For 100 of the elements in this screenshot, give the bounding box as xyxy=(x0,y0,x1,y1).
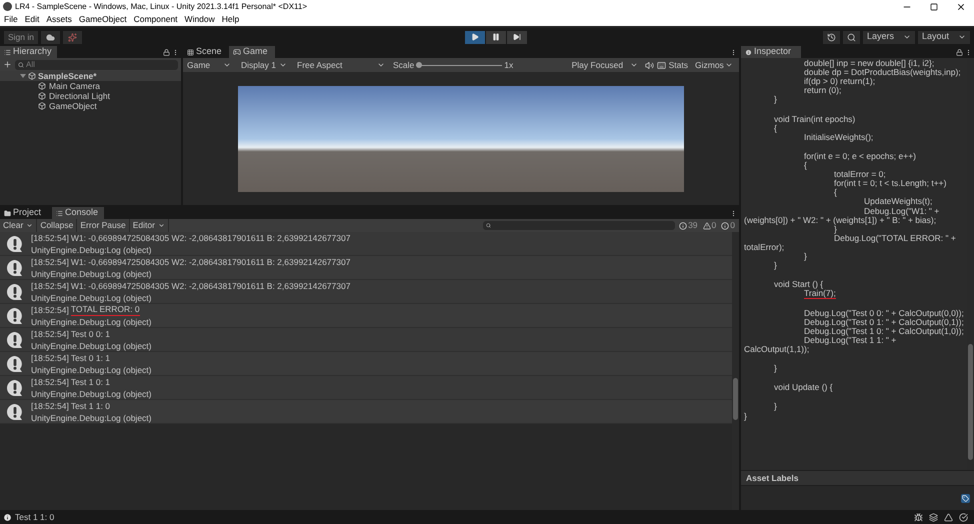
triangle-icon[interactable] xyxy=(944,512,953,522)
log-time: [18:52:54] xyxy=(31,256,69,268)
cloud-icon xyxy=(46,32,55,42)
collab-button[interactable] xyxy=(63,30,82,44)
code-line: } xyxy=(834,224,837,234)
play-mode-dropdown[interactable]: Play Focused xyxy=(568,58,642,72)
log-message: W1: -0,669894725084305 W2: -2,08643817901611 B: 2,63992142677307 xyxy=(70,232,350,244)
speaker-icon[interactable] xyxy=(644,60,654,70)
pause-button[interactable] xyxy=(486,30,506,44)
menu-item[interactable]: Edit xyxy=(24,13,40,26)
menu-item[interactable]: File xyxy=(4,13,18,26)
lock-icon[interactable] xyxy=(163,48,170,56)
step-button[interactable] xyxy=(507,30,527,44)
panel-tab[interactable]: Console xyxy=(52,207,104,219)
view-tab[interactable]: Scene xyxy=(183,46,229,58)
menu-item[interactable]: Help xyxy=(222,13,240,26)
stats-button[interactable]: Stats xyxy=(668,58,688,72)
log-entry[interactable]: [18:52:54] Test 1 0: 1 UnityEngine.Debug:Log (object) xyxy=(0,376,732,400)
log-entry[interactable]: [18:52:54] Test 1 1: 0 UnityEngine.Debug:Log (object) xyxy=(0,400,732,424)
caret-icon xyxy=(279,61,287,69)
log-time: [18:52:54] xyxy=(31,400,69,412)
lock-icon[interactable] xyxy=(956,48,963,56)
more-icon[interactable] xyxy=(965,48,972,56)
log-message: Test 0 0: 1 xyxy=(70,328,110,340)
slider-thumb[interactable] xyxy=(416,62,422,68)
more-icon[interactable] xyxy=(172,48,179,56)
display-dropdown[interactable]: Display 1 xyxy=(237,58,291,72)
code-line: void Train(int epochs) xyxy=(774,114,856,124)
code-line: { xyxy=(774,122,777,133)
cube-icon xyxy=(38,102,46,110)
code-line: } xyxy=(744,410,747,421)
log-entry[interactable]: [18:52:54] TOTAL ERROR: 0 UnityEngine.Debug:Log (object) xyxy=(0,304,732,328)
log-entry[interactable]: [18:52:54] W1: -0,669894725084305 W2: -2,08643817901611 B: 2,63992142677307 UnityEngine.Debug:Log (object) xyxy=(0,280,732,304)
check-circle-icon[interactable] xyxy=(959,512,968,522)
log-entry[interactable]: [18:52:54] Test 0 0: 1 UnityEngine.Debug:Log (object) xyxy=(0,328,732,352)
caret-icon xyxy=(725,61,733,69)
code-line: (weights[0]) + " W2: " + (weights[1]) + " B: " + bias); xyxy=(744,214,936,225)
sign-in-button[interactable]: Sign in xyxy=(4,30,38,44)
code-line: for(int t = 0; t < ts.Length; t++) xyxy=(834,178,946,188)
view-tab[interactable]: Game xyxy=(229,46,275,58)
code-line: totalError = 0; xyxy=(834,169,886,180)
error-count[interactable]: 0 xyxy=(721,219,735,232)
scene-row[interactable]: SampleScene* xyxy=(0,71,181,81)
log-time: [18:52:54] xyxy=(31,352,69,364)
log-message: TOTAL ERROR: 0 xyxy=(70,304,140,316)
code-line: Debug.Log("TOTAL ERROR: " + xyxy=(834,232,956,243)
code-line: Debug.Log("W1: " + xyxy=(864,206,940,216)
scale-slider[interactable] xyxy=(416,61,502,69)
menu-item[interactable]: Assets xyxy=(46,13,72,26)
code-line: Debug.Log("Test 1 0: " + CalcOutput(1,0)); xyxy=(804,326,964,336)
log-entry[interactable]: [18:52:54] W1: -0,669894725084305 W2: -2,08643817901611 B: 2,63992142677307 UnityEngine.Debug:Log (object) xyxy=(0,232,732,256)
close-icon[interactable] xyxy=(956,2,966,12)
caret-icon xyxy=(903,33,911,41)
more-icon[interactable] xyxy=(730,210,737,216)
caret-icon xyxy=(630,61,638,69)
history-button[interactable] xyxy=(823,30,840,44)
layers-icon[interactable] xyxy=(929,512,938,522)
game-mode-dropdown[interactable]: Game xyxy=(183,58,235,72)
log-entry[interactable]: [18:52:54] W1: -0,669894725084305 W2: -2,08643817901611 B: 2,63992142677307 UnityEngine.Debug:Log (object) xyxy=(0,256,732,280)
menu-item[interactable]: Window xyxy=(184,13,215,26)
tag-button[interactable] xyxy=(961,494,970,502)
expand-arrow-icon[interactable] xyxy=(20,73,26,79)
log-message: Test 1 1: 0 xyxy=(70,400,110,412)
hierarchy-item[interactable]: Main Camera xyxy=(0,81,181,91)
play-button[interactable] xyxy=(465,30,485,44)
maximize-icon[interactable] xyxy=(930,2,938,10)
folder-icon xyxy=(4,210,11,216)
log-source: UnityEngine.Debug:Log (object) xyxy=(31,412,152,424)
aspect-dropdown[interactable]: Free Aspect xyxy=(293,58,389,72)
code-line: CalcOutput(1,1)); xyxy=(744,344,810,354)
bug-icon[interactable] xyxy=(914,512,923,522)
log-count[interactable]: 39 xyxy=(679,219,698,232)
search-button[interactable] xyxy=(843,30,860,44)
panel-tab[interactable]: Project xyxy=(0,207,52,219)
log-time: [18:52:54] xyxy=(31,376,69,388)
cloud-button[interactable] xyxy=(41,30,60,44)
info-icon xyxy=(679,222,688,230)
log-source: UnityEngine.Debug:Log (object) xyxy=(31,364,152,376)
tag-icon xyxy=(962,494,969,502)
keyboard-icon[interactable] xyxy=(656,60,666,70)
hierarchy-item[interactable]: GameObject xyxy=(0,101,181,111)
layout-dropdown[interactable]: Layout xyxy=(918,30,970,44)
menu-item[interactable]: GameObject xyxy=(78,13,127,26)
warning-count[interactable]: 0 xyxy=(702,219,716,232)
inspector-tab[interactable]: Inspector xyxy=(741,46,801,58)
log-source: UnityEngine.Debug:Log (object) xyxy=(31,292,152,304)
more-icon[interactable] xyxy=(730,48,737,56)
hierarchy-item[interactable]: Directional Light xyxy=(0,91,181,101)
menu-item[interactable]: Component xyxy=(134,13,178,26)
console-search-field[interactable] xyxy=(483,221,676,230)
code-line: } xyxy=(774,260,777,270)
log-entry[interactable]: [18:52:54] Test 0 1: 1 UnityEngine.Debug:Log (object) xyxy=(0,352,732,376)
add-icon[interactable] xyxy=(3,60,12,69)
log-time: [18:52:54] xyxy=(31,304,69,316)
code-line: } xyxy=(774,94,777,104)
hierarchy-tab[interactable]: Hierarchy xyxy=(0,46,57,58)
gizmos-dropdown[interactable]: Gizmos xyxy=(691,58,737,72)
asset-labels-header: Asset Labels xyxy=(746,472,798,484)
code-line: totalError); xyxy=(744,242,784,252)
layers-dropdown[interactable]: Layers xyxy=(863,30,915,44)
